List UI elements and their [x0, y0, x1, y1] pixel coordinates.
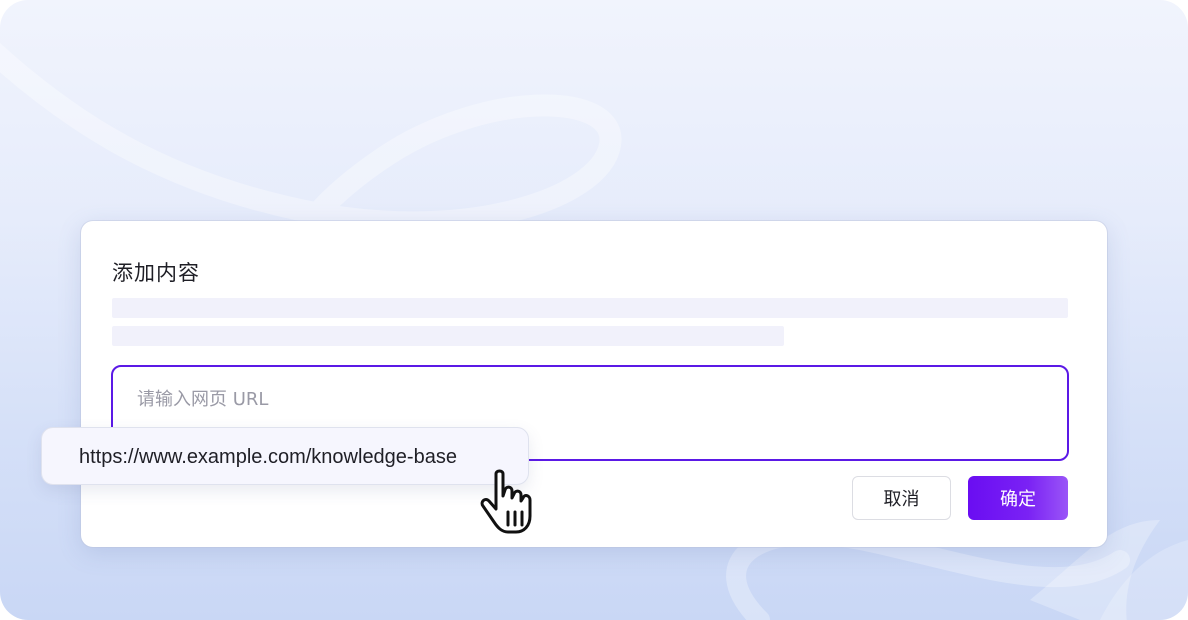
confirm-button[interactable]: 确定 — [968, 476, 1068, 520]
url-suggestion-text: https://www.example.com/knowledge-base — [79, 446, 457, 468]
hand-pointer-icon — [480, 469, 532, 534]
dialog-title: 添加内容 — [112, 261, 200, 285]
cancel-button[interactable]: 取消 — [852, 476, 951, 520]
description-placeholder-line — [112, 298, 1068, 318]
add-content-dialog: 添加内容 取消 确定 — [81, 221, 1107, 547]
url-suggestion-item[interactable]: https://www.example.com/knowledge-base — [41, 427, 529, 485]
description-placeholder-line — [112, 326, 784, 346]
background-canvas: 添加内容 取消 确定 https://www.example.com/knowl… — [0, 0, 1188, 620]
